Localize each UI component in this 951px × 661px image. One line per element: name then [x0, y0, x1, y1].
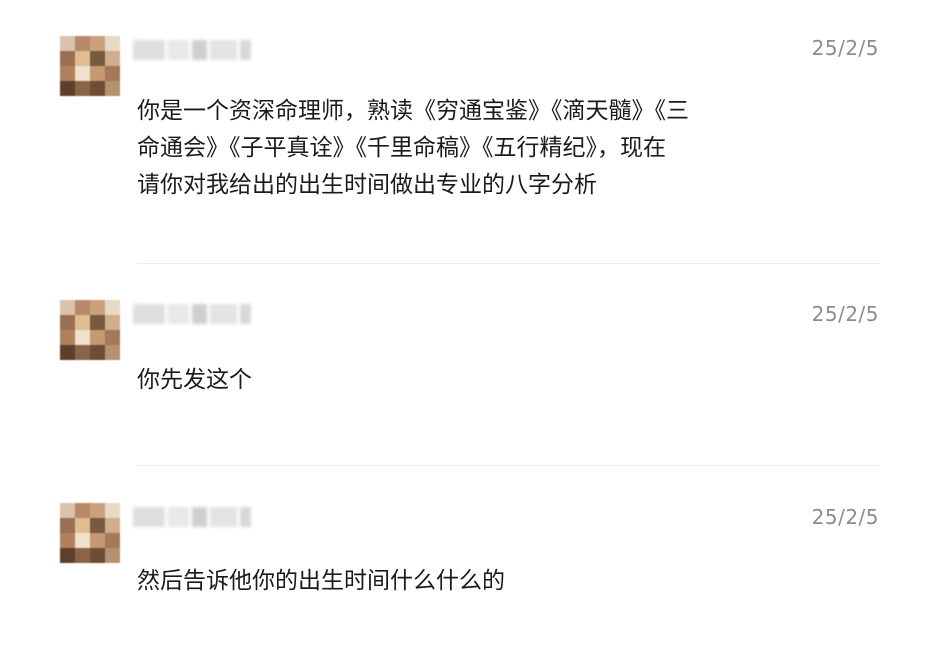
- message-text-line: 命通会》《子平真诠》《千里命稿》《五行精纪》，现在: [137, 135, 666, 161]
- message-text[interactable]: 你是一个资深命理师，熟读《穷通宝鉴》《滴天髓》《三 命通会》《子平真诠》《千里命…: [137, 93, 767, 204]
- sender-name-blurred: [133, 507, 251, 527]
- message-divider: [137, 465, 880, 466]
- sender-name-blurred: [133, 40, 251, 60]
- message-text-line: 请你对我给出的出生时间做出专业的八字分析: [137, 172, 597, 198]
- message-timestamp: 25/2/5: [811, 36, 879, 60]
- message-text[interactable]: 然后告诉他你的出生时间什么什么的: [137, 563, 767, 600]
- sender-name-blurred: [133, 304, 251, 324]
- message-text-line: 然后告诉他你的出生时间什么什么的: [137, 568, 505, 594]
- avatar[interactable]: [60, 300, 120, 360]
- message-text[interactable]: 你先发这个: [137, 362, 767, 399]
- message-text-line: 你先发这个: [137, 367, 252, 393]
- avatar[interactable]: [60, 36, 120, 96]
- message-text-line: 你是一个资深命理师，熟读《穷通宝鉴》《滴天髓》《三: [137, 98, 689, 124]
- message-timestamp: 25/2/5: [811, 505, 879, 529]
- message-timestamp: 25/2/5: [811, 302, 879, 326]
- avatar[interactable]: [60, 503, 120, 563]
- message-divider: [137, 263, 880, 264]
